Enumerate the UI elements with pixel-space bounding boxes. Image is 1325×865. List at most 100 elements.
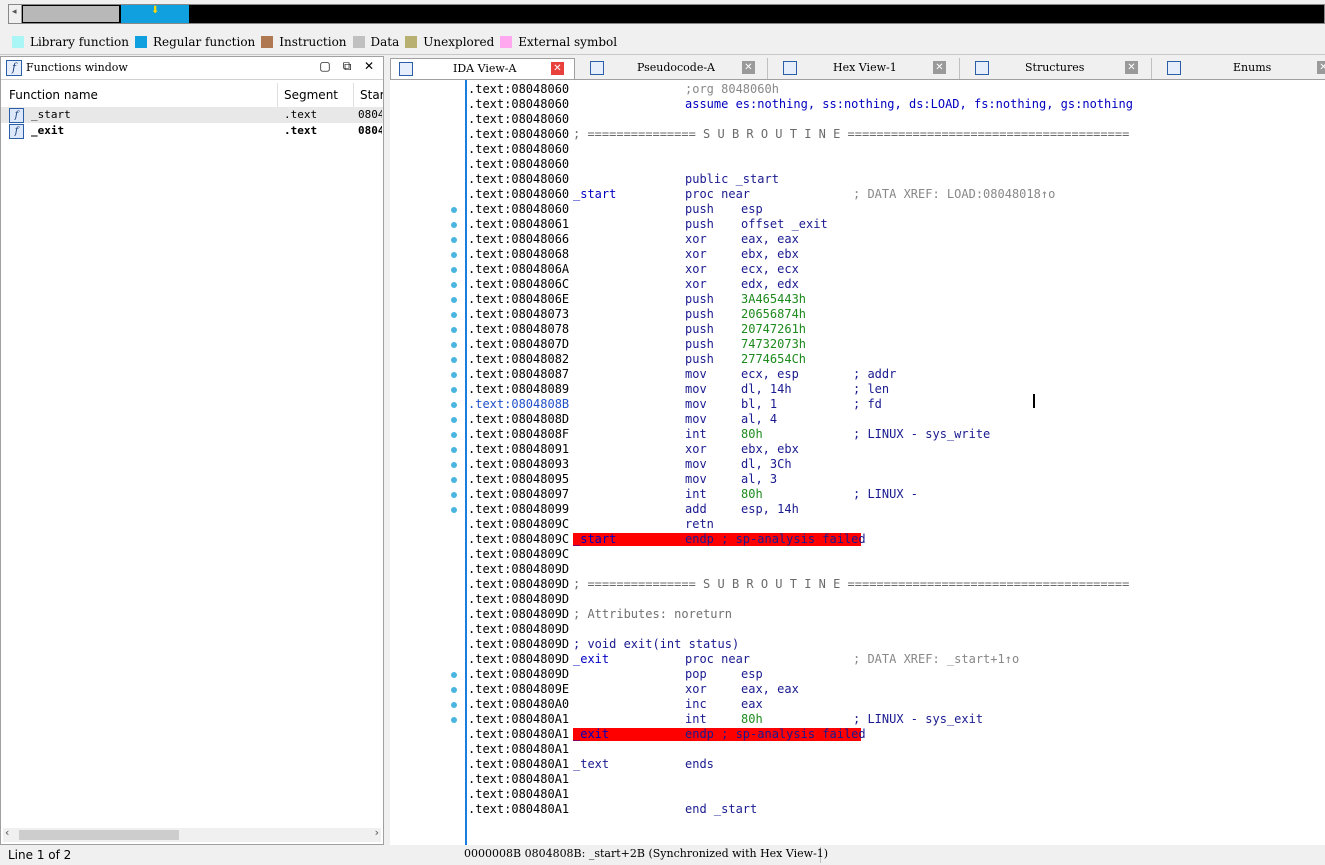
scroll-left-icon[interactable]: ‹ xyxy=(5,826,9,839)
listing-line[interactable]: .text:0804809D; void exit(int status) xyxy=(468,637,1318,652)
listing-line[interactable]: .text:08048060 ;org 8048060h xyxy=(468,82,1318,97)
listing-line[interactable]: .text:08048060 xyxy=(468,157,1318,172)
listing-line[interactable]: .text:0804808B mov bl, 1 ; fd xyxy=(468,397,1318,412)
tab-hex-view-1[interactable]: Hex View-1 ✕ xyxy=(775,58,960,79)
breakpoint-marker[interactable] xyxy=(451,237,457,243)
listing-line[interactable]: .text:0804809D; =============== S U B R … xyxy=(468,577,1318,592)
breakpoint-marker[interactable] xyxy=(451,672,457,678)
breakpoint-marker[interactable] xyxy=(451,222,457,228)
breakpoint-marker[interactable] xyxy=(451,507,457,513)
listing-line[interactable]: .text:0804809D xyxy=(468,562,1318,577)
listing-line[interactable]: .text:08048087 mov ecx, esp ; addr xyxy=(468,367,1318,382)
listing-line[interactable]: .text:0804806E push 3A465443h xyxy=(468,292,1318,307)
column-function-name[interactable]: Function name xyxy=(3,83,278,107)
tab-enums[interactable]: Enums ✕ xyxy=(1159,58,1325,79)
listing-line[interactable]: .text:08048060 assume es:nothing, ss:noth… xyxy=(468,97,1318,112)
listing-line[interactable]: .text:08048066 xor eax, eax xyxy=(468,232,1318,247)
listing-line[interactable]: .text:08048060; =============== S U B R … xyxy=(468,127,1318,142)
listing-line[interactable]: .text:080480A0 inc eax xyxy=(468,697,1318,712)
listing-line[interactable]: .text:08048060 xyxy=(468,112,1318,127)
column-start[interactable]: Star xyxy=(354,83,383,107)
breakpoint-marker[interactable] xyxy=(451,357,457,363)
listing-line[interactable]: .text:08048089 mov dl, 14h ; len xyxy=(468,382,1318,397)
breakpoint-marker[interactable] xyxy=(451,447,457,453)
listing-line[interactable]: .text:08048097 int 80h ; LINUX - xyxy=(468,487,1318,502)
listing-line[interactable]: .text:0804809D _exit proc near ; DATA XREF:… xyxy=(468,652,1318,667)
breakpoint-marker[interactable] xyxy=(451,687,457,693)
listing-line[interactable]: .text:08048099 add esp, 14h xyxy=(468,502,1318,517)
listing-line[interactable]: .text:0804809C retn xyxy=(468,517,1318,532)
horizontal-scrollbar[interactable]: ‹ › xyxy=(3,826,381,842)
tab-pseudocode-a[interactable]: Pseudocode-A ✕ xyxy=(582,58,768,79)
listing-line[interactable]: .text:080480A1 _exit endp ; sp-analysis fa… xyxy=(468,727,1318,742)
listing-line[interactable]: .text:08048060 push esp xyxy=(468,202,1318,217)
close-tab-icon[interactable]: ✕ xyxy=(1125,61,1138,74)
breakpoint-marker[interactable] xyxy=(451,327,457,333)
breakpoint-marker[interactable] xyxy=(451,432,457,438)
breakpoint-marker[interactable] xyxy=(451,297,457,303)
navband-data-segment[interactable] xyxy=(23,6,119,22)
listing-line[interactable]: .text:080480A1 end _start xyxy=(468,802,1318,817)
breakpoint-marker[interactable] xyxy=(451,342,457,348)
listing-line[interactable]: .text:080480A1 xyxy=(468,772,1318,787)
listing-line[interactable]: .text:08048060 _start proc near ; DATA XREF… xyxy=(468,187,1318,202)
listing-line[interactable]: .text:0804808D mov al, 4 xyxy=(468,412,1318,427)
listing-line[interactable]: .text:08048078 push 20747261h xyxy=(468,322,1318,337)
maximize-icon[interactable]: ▢ xyxy=(317,59,333,73)
listing-line[interactable]: .text:0804809E xor eax, eax xyxy=(468,682,1318,697)
ida-view-listing[interactable]: .text:08048060 ;org 8048060h .text:0804806… xyxy=(390,80,1325,845)
breakpoint-marker[interactable] xyxy=(451,462,457,468)
listing-line[interactable]: .text:0804809C _start endp ; sp-analysis f… xyxy=(468,532,1318,547)
listing-line[interactable]: .text:08048060 xyxy=(468,142,1318,157)
tab-ida-view-a[interactable]: IDA View-A ✕ xyxy=(390,58,575,79)
tab-structures[interactable]: Structures ✕ xyxy=(967,58,1152,79)
breakpoint-marker[interactable] xyxy=(451,402,457,408)
listing-line[interactable]: .text:08048093 mov dl, 3Ch xyxy=(468,457,1318,472)
navigation-band[interactable]: ◂ ⬇ xyxy=(8,4,1325,24)
listing-line[interactable]: .text:080480A1 int 80h ; LINUX - sys_exit xyxy=(468,712,1318,727)
breakpoint-marker[interactable] xyxy=(451,252,457,258)
function-row-start[interactable]: f _start .text 0804 xyxy=(1,107,383,123)
listing-line[interactable]: .text:08048095 mov al, 3 xyxy=(468,472,1318,487)
listing-line[interactable]: .text:0804809D; Attributes: noreturn xyxy=(468,607,1318,622)
listing-line[interactable]: .text:080480A1 xyxy=(468,787,1318,802)
breakpoint-marker[interactable] xyxy=(451,492,457,498)
listing-line[interactable]: .text:0804809C xyxy=(468,547,1318,562)
column-segment[interactable]: Segment xyxy=(278,83,354,107)
listing-line[interactable]: .text:0804807D push 74732073h xyxy=(468,337,1318,352)
breakpoint-marker[interactable] xyxy=(451,387,457,393)
float-icon[interactable]: ⧉ xyxy=(339,59,355,74)
listing-line[interactable]: .text:0804806C xor edx, edx xyxy=(468,277,1318,292)
listing-line[interactable]: .text:08048060 public _start xyxy=(468,172,1318,187)
listing-line[interactable]: .text:0804808F int 80h ; LINUX - sys_write xyxy=(468,427,1318,442)
listing-line[interactable]: .text:080480A1 _text ends xyxy=(468,757,1318,772)
navband-code-segment[interactable]: ⬇ xyxy=(121,5,189,23)
listing-line[interactable]: .text:08048073 push 20656874h xyxy=(468,307,1318,322)
listing-line[interactable]: .text:0804809D pop esp xyxy=(468,667,1318,682)
listing-line[interactable]: .text:08048091 xor ebx, ebx xyxy=(468,442,1318,457)
breakpoint-marker[interactable] xyxy=(451,372,457,378)
breakpoint-marker[interactable] xyxy=(451,717,457,723)
breakpoint-marker[interactable] xyxy=(451,702,457,708)
breakpoint-marker[interactable] xyxy=(451,207,457,213)
listing-line[interactable]: .text:08048061 push offset _exit xyxy=(468,217,1318,232)
close-tab-icon[interactable]: ✕ xyxy=(551,62,564,75)
breakpoint-marker[interactable] xyxy=(451,417,457,423)
close-tab-icon[interactable]: ✕ xyxy=(933,61,946,74)
breakpoint-marker[interactable] xyxy=(451,267,457,273)
scroll-thumb[interactable] xyxy=(19,830,179,840)
breakpoint-marker[interactable] xyxy=(451,477,457,483)
breakpoint-marker[interactable] xyxy=(451,282,457,288)
listing-line[interactable]: .text:0804809D xyxy=(468,622,1318,637)
function-row-exit[interactable]: f _exit .text 0804 xyxy=(1,123,383,139)
listing-line[interactable]: .text:08048068 xor ebx, ebx xyxy=(468,247,1318,262)
scroll-right-icon[interactable]: › xyxy=(375,826,379,839)
navband-grip[interactable]: ◂ xyxy=(9,5,22,23)
close-icon[interactable]: ✕ xyxy=(361,59,377,73)
listing-line[interactable]: .text:0804806A xor ecx, ecx xyxy=(468,262,1318,277)
listing-line[interactable]: .text:080480A1 xyxy=(468,742,1318,757)
listing-line[interactable]: .text:08048082 push 2774654Ch xyxy=(468,352,1318,367)
breakpoint-marker[interactable] xyxy=(451,312,457,318)
close-tab-icon[interactable]: ✕ xyxy=(1317,61,1325,74)
close-tab-icon[interactable]: ✕ xyxy=(742,61,755,74)
